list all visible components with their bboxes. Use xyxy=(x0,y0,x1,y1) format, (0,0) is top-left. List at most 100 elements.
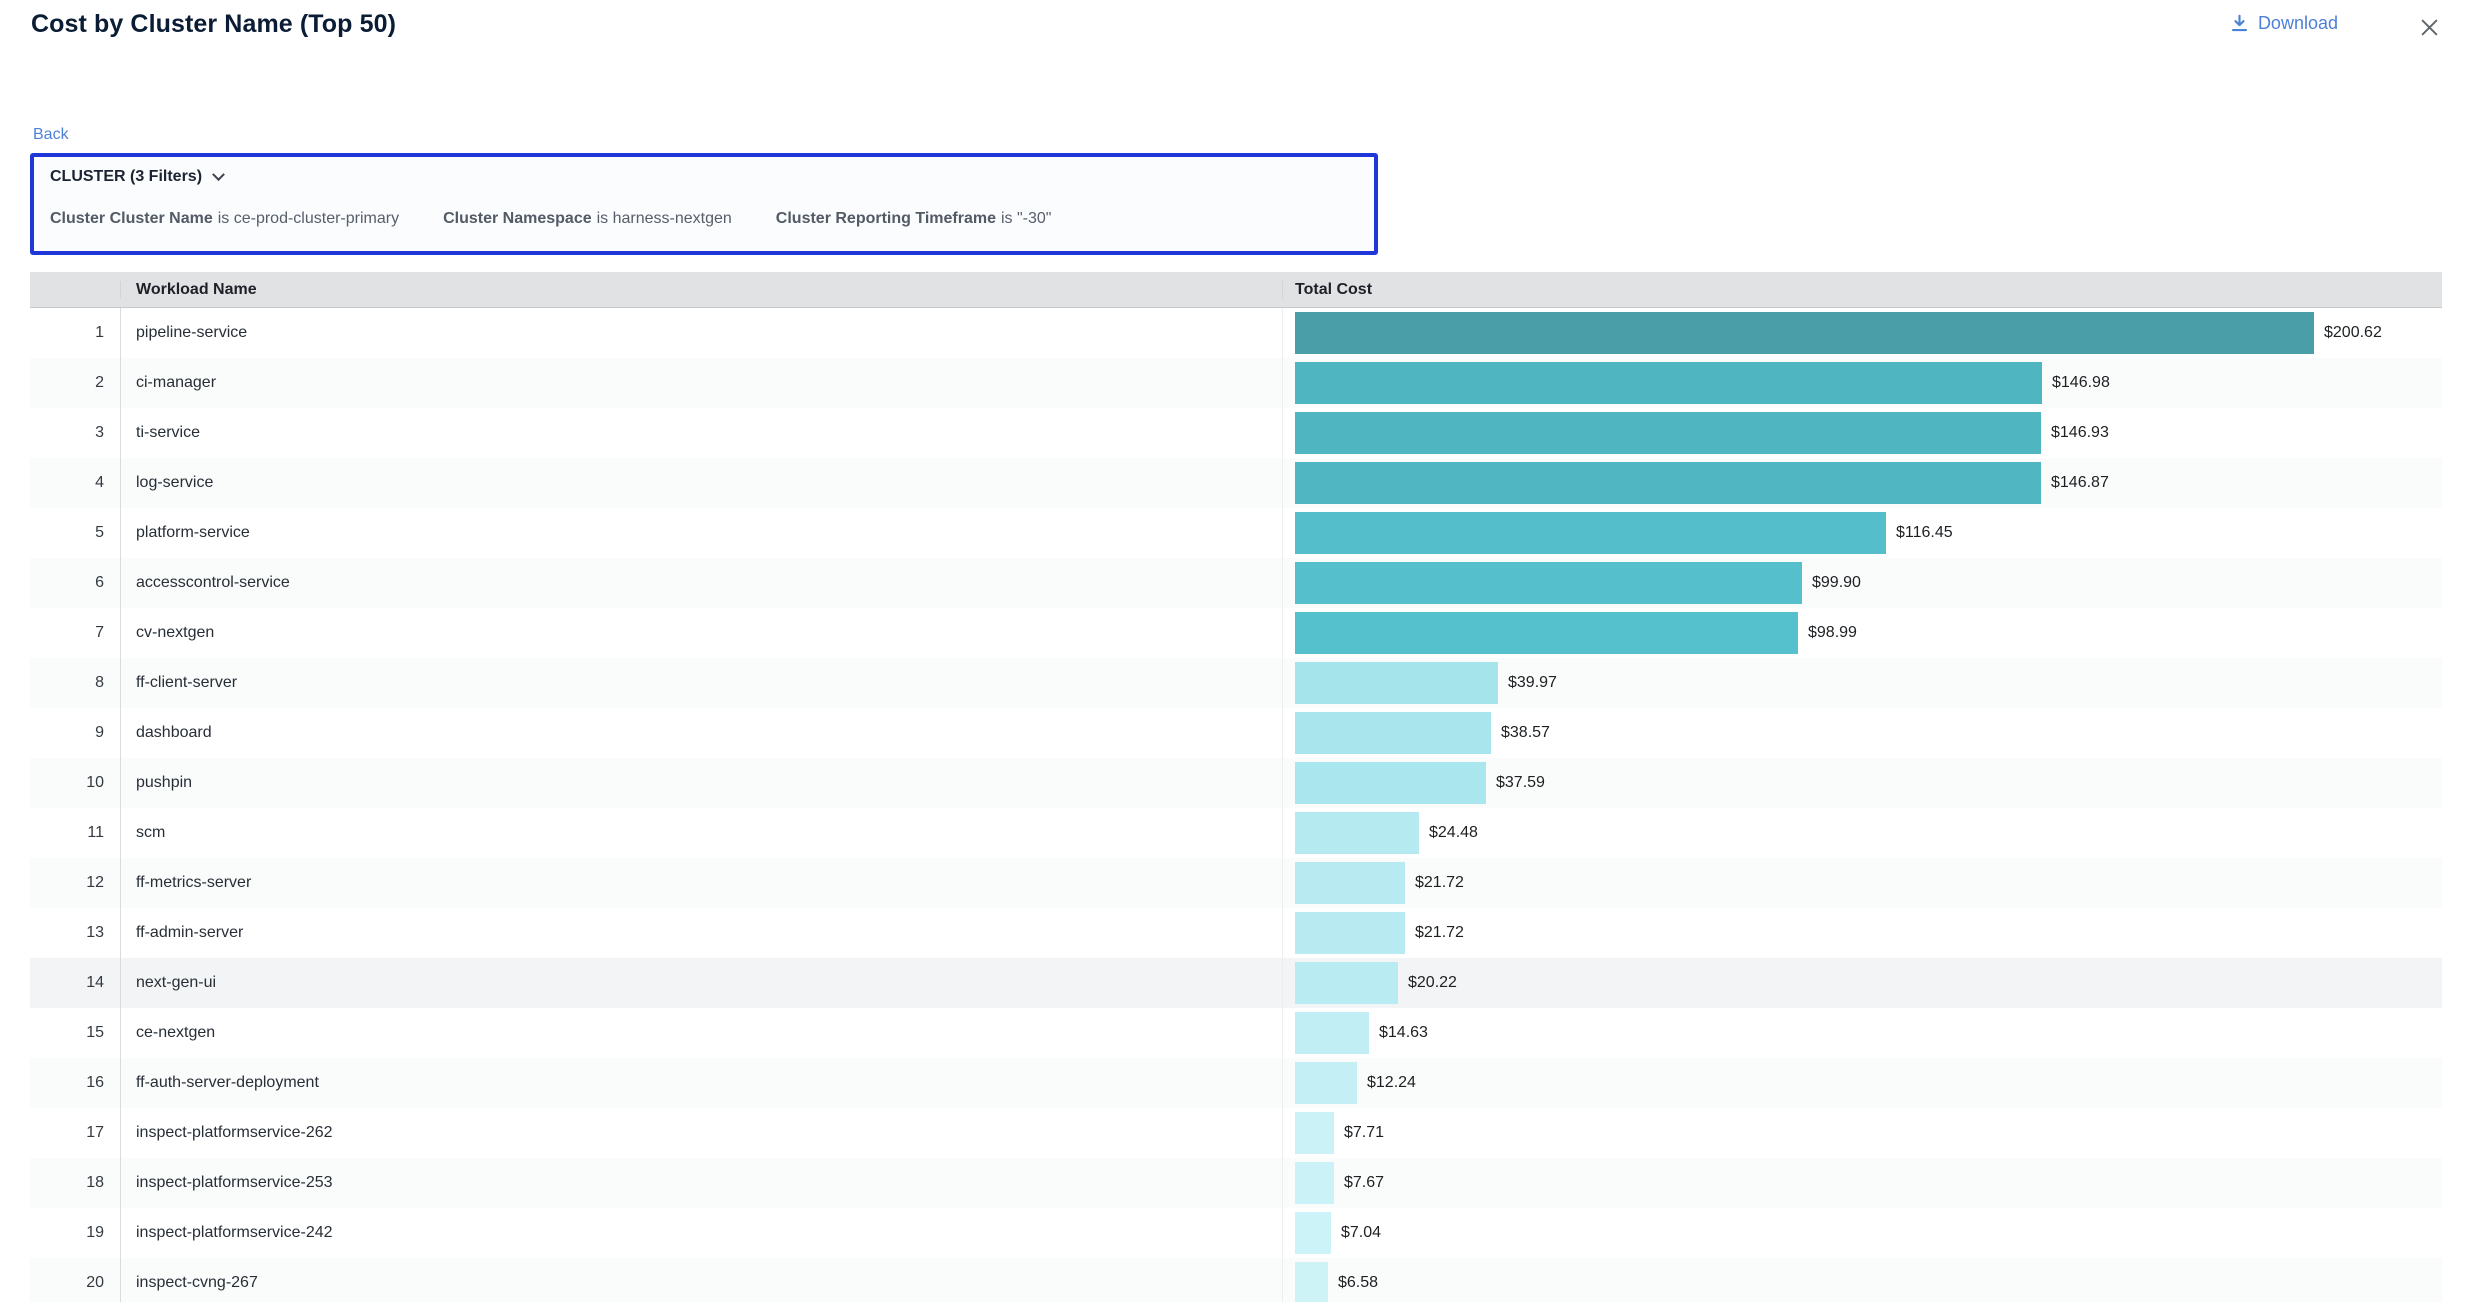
filter-panel-header[interactable]: CLUSTER (3 Filters) xyxy=(50,168,1358,186)
filter-field-name: Cluster Reporting Timeframe xyxy=(776,210,996,227)
cost-bar xyxy=(1295,312,2314,354)
row-cost-cell: $39.97 xyxy=(1283,658,2442,708)
row-workload-name: cv-nextgen xyxy=(120,608,1283,658)
cost-bar xyxy=(1295,462,2041,504)
cost-bar xyxy=(1295,1062,1357,1104)
table-row[interactable]: 9 dashboard $38.57 xyxy=(30,708,2442,758)
close-icon[interactable] xyxy=(2416,14,2442,40)
table-row[interactable]: 5 platform-service $116.45 xyxy=(30,508,2442,558)
filter-field-value: is harness-nextgen xyxy=(597,210,732,227)
filter-condition[interactable]: Cluster Cluster Nameis ce-prod-cluster-p… xyxy=(50,210,399,228)
row-rank: 11 xyxy=(30,808,120,858)
row-cost-cell: $38.57 xyxy=(1283,708,2442,758)
cost-value: $7.71 xyxy=(1344,1124,1384,1142)
row-cost-cell: $12.24 xyxy=(1283,1058,2442,1108)
table-row[interactable]: 18 inspect-platformservice-253 $7.67 xyxy=(30,1158,2442,1208)
cost-value: $7.67 xyxy=(1344,1174,1384,1192)
table-row[interactable]: 17 inspect-platformservice-262 $7.71 xyxy=(30,1108,2442,1158)
cost-bar xyxy=(1295,1262,1328,1302)
cost-value: $14.63 xyxy=(1379,1024,1428,1042)
row-rank: 2 xyxy=(30,358,120,408)
cost-value: $98.99 xyxy=(1808,624,1857,642)
row-rank: 5 xyxy=(30,508,120,558)
cost-bar xyxy=(1295,712,1491,754)
table-row[interactable]: 16 ff-auth-server-deployment $12.24 xyxy=(30,1058,2442,1108)
row-workload-name: inspect-platformservice-253 xyxy=(120,1158,1283,1208)
filter-field-name: Cluster Cluster Name xyxy=(50,210,213,227)
row-cost-cell: $99.90 xyxy=(1283,558,2442,608)
table-row[interactable]: 4 log-service $146.87 xyxy=(30,458,2442,508)
filter-condition[interactable]: Cluster Reporting Timeframe is "-30" xyxy=(776,210,1052,228)
row-rank: 17 xyxy=(30,1108,120,1158)
cost-bar xyxy=(1295,612,1798,654)
cost-bar xyxy=(1295,1212,1331,1254)
row-workload-name: inspect-cvng-267 xyxy=(120,1258,1283,1302)
row-workload-name: ci-manager xyxy=(120,358,1283,408)
table-row[interactable]: 3 ti-service $146.93 xyxy=(30,408,2442,458)
cost-value: $12.24 xyxy=(1367,1074,1416,1092)
table-row[interactable]: 2 ci-manager $146.98 xyxy=(30,358,2442,408)
cost-value: $39.97 xyxy=(1508,674,1557,692)
cost-value: $20.22 xyxy=(1408,974,1457,992)
row-workload-name: accesscontrol-service xyxy=(120,558,1283,608)
cost-value: $99.90 xyxy=(1812,574,1861,592)
cost-bar xyxy=(1295,962,1398,1004)
row-workload-name: log-service xyxy=(120,458,1283,508)
row-cost-cell: $24.48 xyxy=(1283,808,2442,858)
row-rank: 13 xyxy=(30,908,120,958)
row-rank: 1 xyxy=(30,308,120,358)
table-row[interactable]: 14 next-gen-ui $20.22 xyxy=(30,958,2442,1008)
table-row[interactable]: 1 pipeline-service $200.62 xyxy=(30,308,2442,358)
table-row[interactable]: 19 inspect-platformservice-242 $7.04 xyxy=(30,1208,2442,1258)
cost-bar xyxy=(1295,1012,1369,1054)
table-row[interactable]: 11 scm $24.48 xyxy=(30,808,2442,858)
row-workload-name: inspect-platformservice-242 xyxy=(120,1208,1283,1258)
row-rank: 12 xyxy=(30,858,120,908)
row-cost-cell: $7.04 xyxy=(1283,1208,2442,1258)
table-body: 1 pipeline-service $200.62 2 ci-manager … xyxy=(30,308,2442,1302)
row-cost-cell: $21.72 xyxy=(1283,908,2442,958)
row-cost-cell: $7.71 xyxy=(1283,1108,2442,1158)
chevron-down-icon xyxy=(212,168,225,181)
row-cost-cell: $146.93 xyxy=(1283,408,2442,458)
row-workload-name: pipeline-service xyxy=(120,308,1283,358)
table-row[interactable]: 13 ff-admin-server $21.72 xyxy=(30,908,2442,958)
page-title: Cost by Cluster Name (Top 50) xyxy=(31,10,396,39)
table-row[interactable]: 10 pushpin $37.59 xyxy=(30,758,2442,808)
cost-bar xyxy=(1295,1112,1334,1154)
row-workload-name: dashboard xyxy=(120,708,1283,758)
filter-field-value: is "-30" xyxy=(1001,210,1051,227)
cost-value: $116.45 xyxy=(1896,524,1953,542)
row-cost-cell: $116.45 xyxy=(1283,508,2442,558)
table-row[interactable]: 20 inspect-cvng-267 $6.58 xyxy=(30,1258,2442,1302)
row-workload-name: platform-service xyxy=(120,508,1283,558)
back-link[interactable]: Back xyxy=(33,126,69,144)
cluster-filter-panel[interactable]: CLUSTER (3 Filters) Cluster Cluster Name… xyxy=(30,153,1378,255)
cost-value: $21.72 xyxy=(1415,924,1464,942)
row-rank: 14 xyxy=(30,958,120,1008)
row-cost-cell: $14.63 xyxy=(1283,1008,2442,1058)
row-rank: 16 xyxy=(30,1058,120,1108)
filter-field-name: Cluster Namespace xyxy=(443,210,592,227)
table-row[interactable]: 8 ff-client-server $39.97 xyxy=(30,658,2442,708)
row-cost-cell: $6.58 xyxy=(1283,1258,2442,1302)
cost-bar xyxy=(1295,862,1405,904)
row-cost-cell: $98.99 xyxy=(1283,608,2442,658)
cost-value: $37.59 xyxy=(1496,774,1545,792)
table-row[interactable]: 12 ff-metrics-server $21.72 xyxy=(30,858,2442,908)
row-workload-name: ti-service xyxy=(120,408,1283,458)
workload-name-column-header: Workload Name xyxy=(120,281,1283,299)
cost-bar xyxy=(1295,812,1419,854)
table-row[interactable]: 6 accesscontrol-service $99.90 xyxy=(30,558,2442,608)
row-rank: 3 xyxy=(30,408,120,458)
row-workload-name: scm xyxy=(120,808,1283,858)
table-row[interactable]: 15 ce-nextgen $14.63 xyxy=(30,1008,2442,1058)
download-button[interactable]: Download xyxy=(2230,13,2338,34)
filter-condition[interactable]: Cluster Namespace is harness-nextgen xyxy=(443,210,732,228)
cost-value: $146.98 xyxy=(2052,374,2110,392)
table-row[interactable]: 7 cv-nextgen $98.99 xyxy=(30,608,2442,658)
cost-value: $21.72 xyxy=(1415,874,1464,892)
cost-value: $6.58 xyxy=(1338,1274,1378,1292)
row-rank: 8 xyxy=(30,658,120,708)
row-cost-cell: $37.59 xyxy=(1283,758,2442,808)
